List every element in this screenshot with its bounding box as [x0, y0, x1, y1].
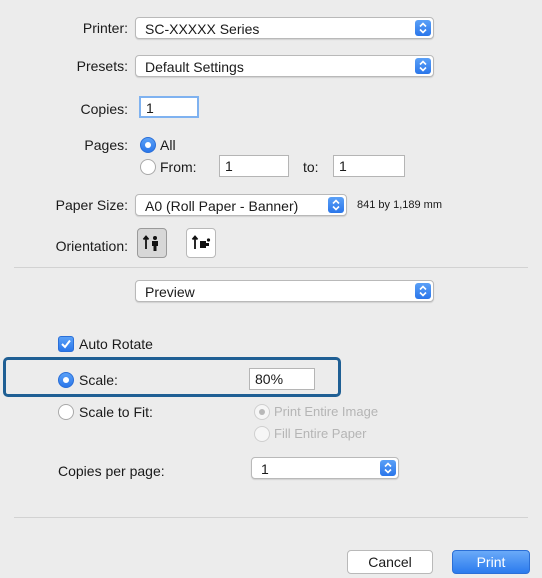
- orientation-landscape-button[interactable]: [186, 228, 216, 258]
- landscape-icon: [191, 235, 211, 249]
- pages-all-label: All: [160, 137, 176, 153]
- section-popup-value: Preview: [145, 284, 195, 300]
- pages-to-input[interactable]: 1: [333, 155, 405, 177]
- paper-size-value: A0 (Roll Paper - Banner): [145, 198, 299, 214]
- cancel-button[interactable]: Cancel: [347, 550, 433, 574]
- printer-popup[interactable]: SC-XXXXX Series: [135, 17, 434, 39]
- scale-to-fit-label: Scale to Fit:: [79, 404, 153, 420]
- popup-arrows-icon: [415, 58, 431, 74]
- popup-arrows-icon: [380, 460, 396, 476]
- copies-label: Copies:: [80, 101, 128, 117]
- paper-size-popup[interactable]: A0 (Roll Paper - Banner): [135, 194, 347, 216]
- print-entire-image-label: Print Entire Image: [274, 404, 379, 419]
- print-button[interactable]: Print: [452, 550, 530, 574]
- scale-label: Scale:: [79, 372, 118, 388]
- fill-entire-paper-label: Fill Entire Paper: [274, 426, 367, 441]
- pages-from-radio[interactable]: [140, 159, 156, 175]
- orientation-portrait-button[interactable]: [137, 228, 167, 258]
- presets-label: Presets:: [76, 58, 128, 74]
- scale-to-fit-radio[interactable]: [58, 404, 74, 420]
- orientation-label: Orientation:: [55, 238, 128, 254]
- copies-per-page-label: Copies per page:: [58, 463, 165, 479]
- auto-rotate-label: Auto Rotate: [79, 336, 153, 352]
- presets-value: Default Settings: [145, 59, 244, 75]
- printer-label: Printer:: [82, 20, 128, 36]
- pages-to-label: to:: [303, 159, 319, 175]
- separator: [14, 517, 528, 518]
- copies-per-page-popup[interactable]: 1: [251, 457, 399, 479]
- scale-radio[interactable]: [58, 372, 74, 388]
- paper-size-label: Paper Size:: [55, 197, 128, 213]
- pages-from-label: From:: [160, 159, 197, 175]
- copies-per-page-value: 1: [261, 461, 269, 477]
- pages-label: Pages:: [84, 137, 128, 153]
- paper-size-dimensions: 841 by 1,189 mm: [357, 199, 442, 211]
- printer-value: SC-XXXXX Series: [145, 21, 260, 37]
- checkmark-icon: [61, 339, 71, 349]
- print-entire-image-radio[interactable]: [254, 404, 270, 420]
- popup-arrows-icon: [415, 20, 431, 36]
- scale-input[interactable]: 80%: [249, 368, 315, 390]
- portrait-icon: [142, 235, 158, 251]
- fill-entire-paper-radio[interactable]: [254, 426, 270, 442]
- popup-arrows-icon: [328, 197, 344, 213]
- pages-all-radio[interactable]: [140, 137, 156, 153]
- copies-input[interactable]: 1: [139, 96, 199, 118]
- pages-from-input[interactable]: 1: [219, 155, 289, 177]
- presets-popup[interactable]: Default Settings: [135, 55, 434, 77]
- auto-rotate-checkbox[interactable]: [58, 336, 74, 352]
- separator: [14, 267, 528, 268]
- popup-arrows-icon: [415, 283, 431, 299]
- section-popup[interactable]: Preview: [135, 280, 434, 302]
